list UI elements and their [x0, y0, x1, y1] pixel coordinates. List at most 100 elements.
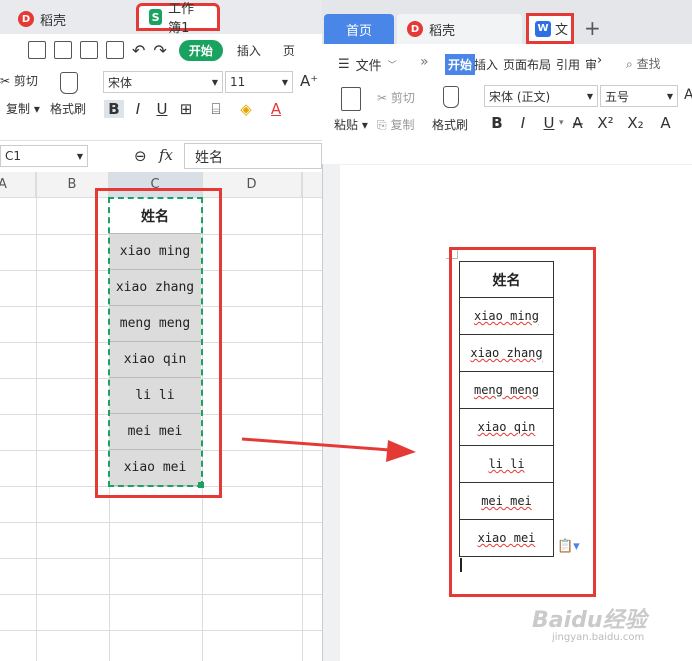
italic-icon[interactable]: I	[128, 100, 148, 118]
menu-review[interactable]: 审	[585, 56, 597, 73]
chevron-down-icon: ▼	[76, 151, 83, 161]
underline-icon[interactable]: U	[152, 100, 172, 118]
search-button[interactable]: ⌕ 查找	[626, 55, 661, 72]
more-menus-icon[interactable]: »	[420, 54, 429, 70]
chevron-down-icon: ▼	[211, 77, 218, 87]
grid-line	[0, 522, 322, 523]
cut-label: 剪切	[13, 74, 38, 88]
format-row-right: B I U ▾ A̶ X² X₂ A	[487, 112, 676, 134]
spreadsheet-logo-icon: S	[149, 9, 163, 25]
copy-label: 复制	[390, 118, 415, 132]
tab-workbook[interactable]: S 工作簿1	[136, 2, 220, 36]
increase-font-icon[interactable]: A⁺	[300, 72, 318, 90]
copy-label: 复制	[6, 102, 31, 116]
paste-icon[interactable]	[341, 87, 361, 111]
preview-icon[interactable]	[106, 41, 124, 59]
font-name-select[interactable]: 宋体 ▼	[103, 71, 223, 93]
baidu-watermark-url: jingyan.baidu.com	[552, 632, 645, 643]
fx-icon[interactable]: fx	[159, 146, 173, 164]
format-painter-icon[interactable]	[443, 86, 459, 108]
save-icon[interactable]	[28, 41, 46, 59]
superscript-icon[interactable]: X²	[596, 114, 616, 132]
formula-input[interactable]: 姓名	[184, 143, 322, 169]
fill-color-icon[interactable]: ◈	[236, 100, 256, 118]
redo-icon[interactable]: ↷	[153, 41, 166, 60]
format-painter-label[interactable]: 格式刷	[50, 100, 86, 117]
paste-label: 粘贴	[334, 118, 359, 132]
cell-style-icon[interactable]: ⌸	[206, 100, 226, 118]
tab-label: 文	[555, 23, 569, 38]
search-label: 查找	[636, 57, 661, 71]
undo-icon[interactable]: ↶	[132, 41, 145, 60]
menu-reference[interactable]: 引用	[556, 56, 580, 73]
increase-font-icon[interactable]: A	[684, 87, 692, 103]
zoom-icon[interactable]: ⊖	[134, 147, 147, 165]
cut-button[interactable]: ✂ 剪切	[0, 72, 38, 89]
border-icon[interactable]: ⊞	[176, 100, 196, 118]
add-tab-button[interactable]: +	[584, 16, 601, 40]
baidu-watermark: Baidu经验	[532, 608, 647, 633]
copy-icon: ⎘	[377, 118, 387, 132]
file-label: 文件	[355, 59, 382, 74]
insert-tab[interactable]: 插入	[237, 42, 261, 59]
pasted-table-highlight-box	[449, 247, 596, 597]
copy-button[interactable]: 复制 ▾	[6, 100, 40, 117]
cut-button-right[interactable]: ✂ 剪切	[377, 89, 415, 106]
export-icon[interactable]	[54, 41, 72, 59]
chevron-down-icon: ▼	[281, 77, 288, 87]
tab-label: 工作簿1	[168, 2, 195, 36]
start-tab-right[interactable]: 开始	[445, 54, 476, 75]
bold-icon[interactable]: B	[104, 100, 124, 118]
format-painter-icon[interactable]	[60, 72, 78, 94]
cut-label: 剪切	[390, 91, 415, 105]
cell-ref: C1	[5, 149, 22, 163]
text-effect-icon[interactable]: A	[656, 114, 676, 132]
menu-insert[interactable]: 插入	[474, 56, 498, 73]
more-tab[interactable]: 页	[283, 42, 295, 59]
daoke-logo-icon: D	[18, 11, 34, 27]
chevron-down-icon: ▼	[586, 91, 593, 101]
chevron-down-icon: ▾	[559, 118, 564, 128]
menu-layout[interactable]: 页面布局	[503, 56, 551, 73]
chevron-right-icon[interactable]: ›	[597, 53, 602, 68]
arrow-icon	[241, 437, 416, 462]
bold-icon[interactable]: B	[487, 114, 507, 132]
daoke-logo-icon: D	[407, 21, 423, 37]
paste-button[interactable]: 粘贴 ▾	[334, 116, 368, 133]
font-size-select[interactable]: 11 ▼	[225, 71, 293, 93]
subscript-icon[interactable]: X₂	[626, 114, 646, 132]
font-size-select-right[interactable]: 五号 ▼	[600, 85, 678, 107]
grid-line	[36, 172, 37, 661]
menu-icon: ☰	[338, 57, 350, 72]
tab-daoke-right[interactable]: D 稻壳	[397, 14, 522, 44]
file-menu[interactable]: ☰ 文件 ﹀	[338, 55, 397, 74]
font-name-select-right[interactable]: 宋体 (正文) ▼	[484, 85, 598, 107]
font-color-icon[interactable]: A	[266, 100, 286, 118]
name-box[interactable]: C1 ▼	[0, 145, 88, 167]
selection-highlight-box	[95, 188, 222, 498]
chevron-down-icon: ▼	[666, 91, 673, 101]
print-icon[interactable]	[80, 41, 98, 59]
tab-home[interactable]: 首页	[324, 14, 394, 44]
italic-icon[interactable]: I	[513, 114, 533, 132]
tab-label: 稻壳	[40, 13, 67, 29]
copy-button-right[interactable]: ⎘ 复制	[377, 116, 414, 133]
underline-icon[interactable]: U	[539, 114, 559, 132]
quick-toolbar: ↶ ↷ 开始 插入 页	[0, 38, 322, 62]
tab-daoke-left[interactable]: D 稻壳	[8, 4, 76, 34]
scissors-icon: ✂	[0, 74, 11, 88]
start-tab-button[interactable]: 开始	[178, 39, 223, 61]
column-header-a[interactable]: A	[0, 172, 36, 198]
grid-line	[0, 594, 322, 595]
strikethrough-icon[interactable]: A̶	[568, 114, 588, 132]
writer-logo-icon: W	[535, 20, 551, 37]
scissors-icon: ✂	[377, 91, 388, 105]
format-painter-label-right[interactable]: 格式刷	[432, 116, 468, 133]
chevron-down-icon: ﹀	[387, 61, 397, 71]
tab-writer-doc[interactable]: W 文	[526, 13, 574, 44]
format-row: B I U ⊞ ⌸ ◈ A	[104, 98, 286, 120]
grid-line	[0, 558, 322, 559]
grid-line	[302, 172, 303, 661]
font-name-value: 宋体	[108, 75, 133, 90]
font-size-value: 五号	[605, 89, 630, 104]
